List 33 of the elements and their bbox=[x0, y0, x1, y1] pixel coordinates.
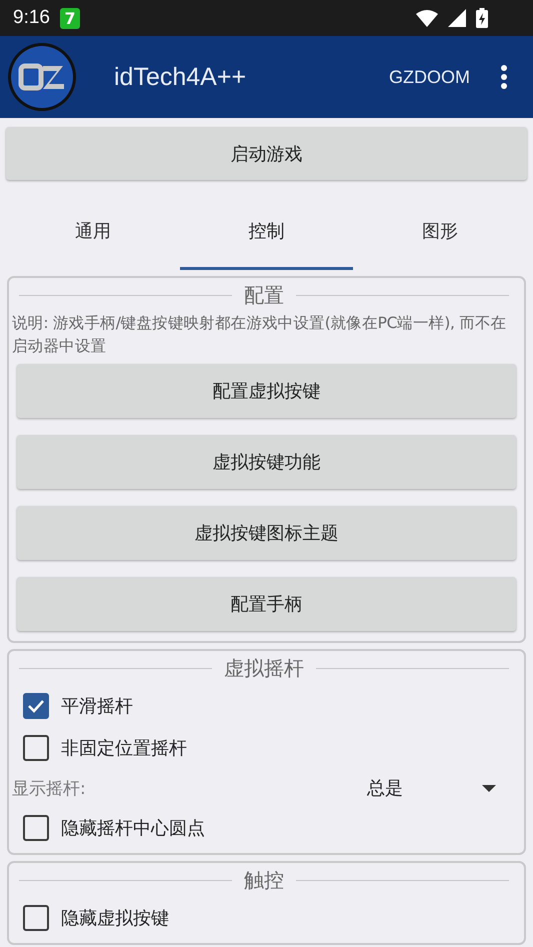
checkbox-label: 平滑摇杆 bbox=[61, 695, 133, 718]
note-text: 说明: 游戏手柄/键盘按键映射都在游戏中设置(就像在PC端一样), 而不在启动器中设置 bbox=[12, 313, 508, 357]
tab[interactable]: 图形 bbox=[353, 195, 528, 270]
wifi-icon bbox=[416, 10, 438, 26]
section-title: 触控 bbox=[244, 866, 284, 894]
gzdoom-action-button[interactable]: GZDOOM bbox=[389, 66, 470, 88]
notification-badge: 7 bbox=[60, 8, 80, 28]
settings-button[interactable]: 虚拟按键图标主题 bbox=[17, 506, 516, 560]
section-title: 虚拟摇杆 bbox=[224, 654, 304, 682]
checkbox-label: 隐藏摇杆中心圆点 bbox=[61, 817, 205, 840]
app-title: idTech4A++ bbox=[114, 62, 246, 92]
logo-icon bbox=[7, 42, 77, 112]
tab[interactable]: 控制 bbox=[180, 195, 354, 270]
checkbox-label: 非固定位置摇杆 bbox=[61, 737, 187, 760]
settings-button[interactable]: 配置手柄 bbox=[17, 577, 516, 631]
settings-button[interactable]: 虚拟按键功能 bbox=[17, 435, 516, 489]
checkbox[interactable] bbox=[23, 693, 49, 719]
settings-button[interactable]: 配置虚拟按键 bbox=[17, 364, 516, 418]
section-title: 配置 bbox=[244, 282, 284, 308]
checkbox-label: 隐藏虚拟按键 bbox=[61, 907, 169, 930]
launch-game-button[interactable]: 启动游戏 bbox=[6, 127, 527, 180]
battery-icon bbox=[476, 8, 488, 28]
dropdown[interactable]: 总是 bbox=[367, 776, 516, 800]
tab[interactable]: 通用 bbox=[6, 195, 180, 270]
more-menu-icon[interactable] bbox=[500, 64, 508, 90]
dropdown-arrow-icon bbox=[482, 784, 496, 792]
checkbox[interactable] bbox=[23, 735, 49, 761]
status-time: 9:16 bbox=[13, 7, 50, 29]
checkbox[interactable] bbox=[23, 815, 49, 841]
setting-label: 显示摇杆: bbox=[12, 778, 87, 800]
check-icon bbox=[27, 699, 45, 713]
signal-icon bbox=[448, 9, 466, 27]
checkbox[interactable] bbox=[23, 905, 49, 931]
